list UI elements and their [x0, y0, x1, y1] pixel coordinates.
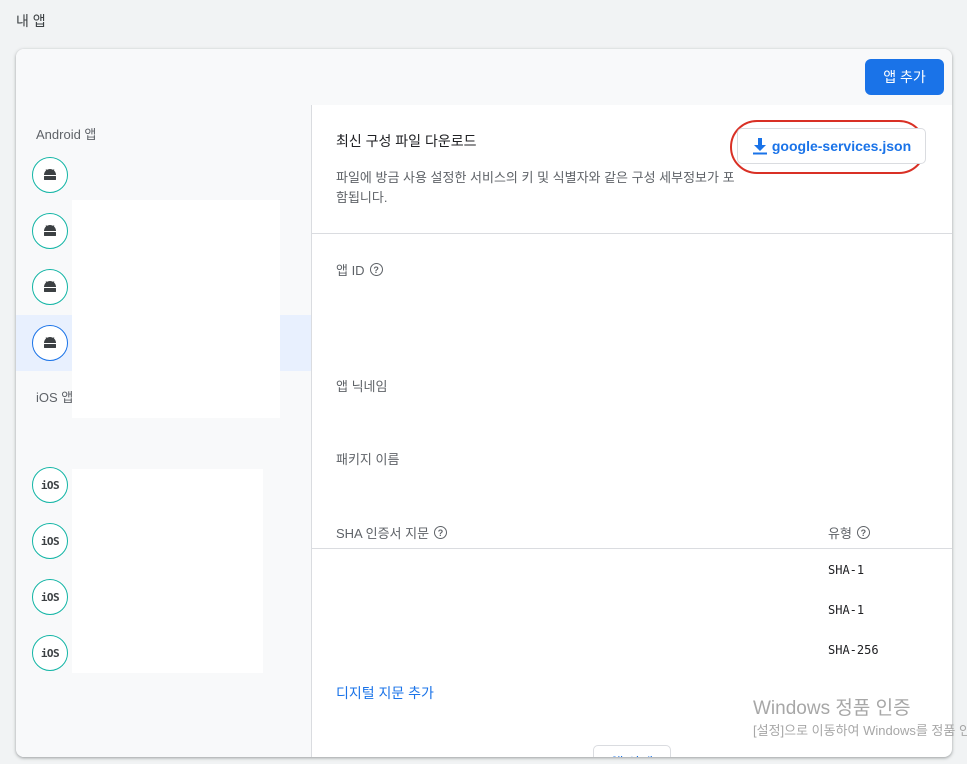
app-id-label-text: 앱 ID	[336, 263, 365, 278]
config-description: 파일에 방금 사용 설정한 서비스의 키 및 식별자와 같은 구성 세부정보가 …	[336, 170, 735, 205]
redacted-ios-app-names	[72, 469, 263, 673]
ios-icon: iOS	[32, 635, 68, 671]
ios-icon: iOS	[32, 523, 68, 559]
sha-type-cell: SHA-1	[828, 563, 865, 577]
android-section-label: Android 앱	[36, 127, 97, 142]
ios-icon: iOS	[32, 467, 68, 503]
sha-header: SHA 인증서 지문 ?	[336, 523, 448, 542]
config-title: 최신 구성 파일 다운로드	[336, 133, 477, 149]
windows-activation-subtitle: [설정]으로 이동하여 Windows를 정품 인증합니다.	[753, 723, 967, 738]
android-icon	[32, 325, 68, 361]
ios-icon-text: iOS	[40, 590, 60, 604]
download-config-button[interactable]: google-services.json	[737, 128, 926, 164]
android-icon	[32, 269, 68, 305]
ios-section-label: iOS 앱	[36, 390, 74, 405]
section-divider	[312, 233, 952, 234]
card-header: 앱 추가	[16, 49, 952, 105]
android-icon	[32, 157, 68, 193]
redacted-android-app-names	[72, 200, 280, 418]
download-config-label: google-services.json	[771, 138, 912, 154]
app-sidebar: Android 앱 iOS 앱 iOS iOS iOS iOS	[16, 105, 311, 757]
sha-type-header-text: 유형	[828, 526, 852, 541]
app-nickname-label: 앱 닉네임	[336, 379, 388, 394]
delete-app-button[interactable]: 앱 삭제	[593, 745, 671, 757]
app-details: 최신 구성 파일 다운로드 파일에 방금 사용 설정한 서비스의 키 및 식별자…	[312, 105, 952, 757]
help-icon[interactable]: ?	[434, 526, 448, 539]
add-app-button[interactable]: 앱 추가	[865, 59, 944, 95]
page-title: 내 앱	[16, 13, 46, 29]
sha-type-cell: SHA-256	[828, 643, 879, 657]
sha-table-divider	[312, 548, 952, 549]
ios-icon-text: iOS	[40, 646, 60, 660]
add-fingerprint-link[interactable]: 디지털 지문 추가	[336, 683, 434, 703]
ios-icon-text: iOS	[40, 478, 60, 492]
app-id-label: 앱 ID ?	[336, 260, 383, 279]
windows-activation-title: Windows 정품 인증	[753, 698, 911, 719]
android-app-item[interactable]	[16, 147, 311, 203]
ios-icon-text: iOS	[40, 534, 60, 548]
sha-type-header: 유형 ?	[828, 523, 870, 542]
package-name-label: 패키지 이름	[336, 452, 400, 467]
android-icon	[32, 213, 68, 249]
help-icon[interactable]: ?	[856, 526, 870, 539]
sha-header-text: SHA 인증서 지문	[336, 526, 430, 541]
ios-icon: iOS	[32, 579, 68, 615]
download-icon	[752, 137, 768, 155]
my-apps-card: 앱 추가 Android 앱 iOS 앱 iOS iOS iOS iOS 최신 …	[16, 49, 952, 757]
help-icon[interactable]: ?	[369, 263, 383, 276]
sha-type-cell: SHA-1	[828, 603, 865, 617]
